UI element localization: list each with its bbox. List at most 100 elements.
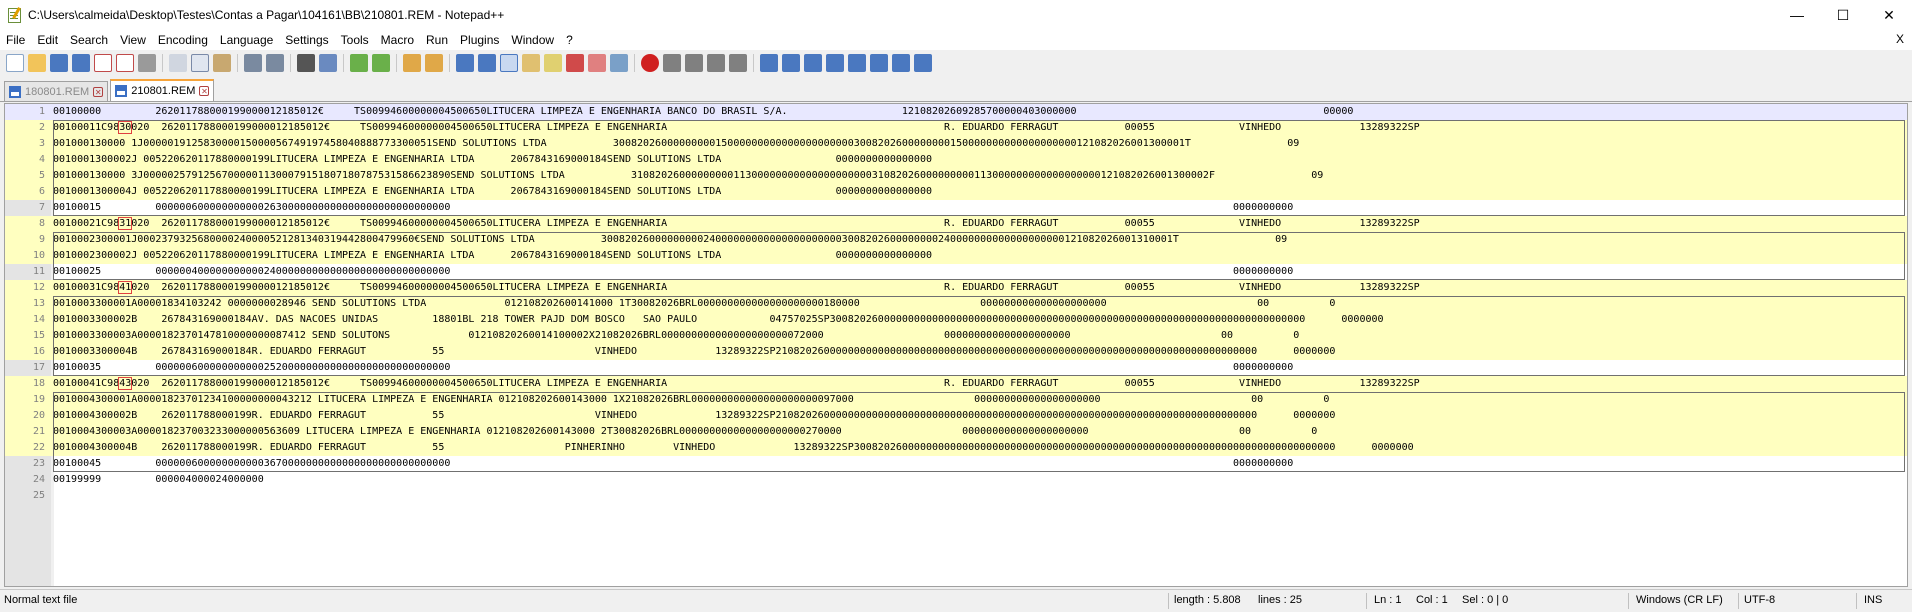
menu-language[interactable]: Language	[214, 33, 279, 47]
editor-line[interactable]: 10 0010002300002J 005220620117880000199LI…	[5, 248, 1907, 264]
plugin-5-icon[interactable]	[848, 54, 866, 72]
menu-macro[interactable]: Macro	[375, 33, 420, 47]
show-all-chars-icon[interactable]	[478, 54, 496, 72]
eol-format[interactable]: Windows (CR LF)	[1636, 594, 1723, 606]
editor-lines[interactable]: 1 00100000 262011788000199000012185012€ T…	[5, 104, 1907, 504]
cut-icon[interactable]	[169, 54, 187, 72]
close-icon[interactable]: ✕	[199, 86, 210, 96]
play-macro-icon[interactable]	[685, 54, 703, 72]
save-icon[interactable]	[50, 54, 68, 72]
menu-run[interactable]: Run	[420, 33, 454, 47]
monitoring-icon[interactable]	[610, 54, 628, 72]
maximize-button[interactable]: ☐	[1820, 0, 1866, 30]
plugin-1-icon[interactable]	[760, 54, 778, 72]
undo-icon[interactable]	[244, 54, 262, 72]
editor-line[interactable]: 22 0010004300004B 262011788000199R. EDUAR…	[5, 440, 1907, 456]
menu-search[interactable]: Search	[64, 33, 114, 47]
line-number: 16	[32, 346, 45, 357]
zoom-out-icon[interactable]	[372, 54, 390, 72]
editor-line[interactable]: 17 00100035 00000060000000000025200000000…	[5, 360, 1907, 376]
paste-icon[interactable]	[213, 54, 231, 72]
menu-encoding[interactable]: Encoding	[152, 33, 214, 47]
editor-line[interactable]: 23 00100045 00000060000000000036700000000…	[5, 456, 1907, 472]
editor-line[interactable]: 18 00100041C9843020 262011788000199000012…	[5, 376, 1907, 392]
editor-line[interactable]: 12 00100031C9841020 262011788000199000012…	[5, 280, 1907, 296]
line-number: 1	[38, 106, 45, 117]
record-macro-icon[interactable]	[641, 54, 659, 72]
line-content: 0010004300001A00001823701234100000000043…	[53, 394, 1330, 405]
zoom-in-icon[interactable]	[350, 54, 368, 72]
tab-label: 210801.REM	[131, 85, 196, 97]
editor-line[interactable]: 19 0010004300001A000018237012341000000000…	[5, 392, 1907, 408]
editor-line[interactable]: 7 00100015 000000600000000000263000000000…	[5, 200, 1907, 216]
close-file-icon[interactable]	[94, 54, 112, 72]
redo-icon[interactable]	[266, 54, 284, 72]
sync-horizontal-icon[interactable]	[425, 54, 443, 72]
sync-vertical-icon[interactable]	[403, 54, 421, 72]
language-icon[interactable]	[522, 54, 540, 72]
new-file-icon[interactable]	[6, 54, 24, 72]
plugin-3-icon[interactable]	[804, 54, 822, 72]
doc-map-icon[interactable]	[544, 54, 562, 72]
editor-line[interactable]: 5 001000130000 3J000002579125670000011300…	[5, 168, 1907, 184]
menu-view[interactable]: View	[114, 33, 152, 47]
editor-line[interactable]: 24 00199999 000004000024000000	[5, 472, 1907, 488]
editor-line[interactable]: 8 00100021C9831020 2620117880001990000121…	[5, 216, 1907, 232]
minimize-button[interactable]: —	[1774, 0, 1820, 30]
print-icon[interactable]	[138, 54, 156, 72]
menu-settings[interactable]: Settings	[279, 33, 334, 47]
plugin-6-icon[interactable]	[870, 54, 888, 72]
save-macro-icon[interactable]	[729, 54, 747, 72]
encoding[interactable]: UTF-8	[1744, 594, 1775, 606]
folder-workspace-icon[interactable]	[588, 54, 606, 72]
line-number: 6	[38, 186, 45, 197]
insert-mode[interactable]: INS	[1864, 594, 1882, 606]
plugin-8-icon[interactable]	[914, 54, 932, 72]
save-all-icon[interactable]	[72, 54, 90, 72]
text-editor[interactable]: 1 00100000 262011788000199000012185012€ T…	[4, 103, 1908, 587]
editor-line[interactable]: 13 0010003300001A00001834103242 000000002…	[5, 296, 1907, 312]
close-all-icon[interactable]	[116, 54, 134, 72]
copy-icon[interactable]	[191, 54, 209, 72]
editor-line[interactable]: 16 0010003300004B 267843169000184R. EDUAR…	[5, 344, 1907, 360]
editor-line[interactable]: 14 0010003300002B 267843169000184AV. DAS …	[5, 312, 1907, 328]
tab-210801[interactable]: 210801.REM ✕	[110, 79, 215, 101]
plugin-4-icon[interactable]	[826, 54, 844, 72]
editor-line[interactable]: 15 0010003300003A000018237014781000000008…	[5, 328, 1907, 344]
editor-line[interactable]: 4 0010001300002J 005220620117880000199LIT…	[5, 152, 1907, 168]
line-content: 00100035 0000006000000000002520000000000…	[53, 362, 1294, 373]
plugin-2-icon[interactable]	[782, 54, 800, 72]
menu-file[interactable]: File	[0, 33, 31, 47]
menu-edit[interactable]: Edit	[31, 33, 64, 47]
line-content: 020 262011788000199000012185012€ TS00994…	[131, 378, 1420, 389]
menu-window[interactable]: Window	[505, 33, 560, 47]
tab-180801[interactable]: 180801.REM ✕	[4, 81, 109, 101]
stop-macro-icon[interactable]	[663, 54, 681, 72]
find-icon[interactable]	[297, 54, 315, 72]
plugin-7-icon[interactable]	[892, 54, 910, 72]
menu-help[interactable]: ?	[560, 33, 579, 47]
menu-plugins[interactable]: Plugins	[454, 33, 505, 47]
editor-line[interactable]: 1 00100000 262011788000199000012185012€ T…	[5, 104, 1907, 120]
editor-line[interactable]: 9 0010002300001J0002379325680000240000521…	[5, 232, 1907, 248]
close-button[interactable]: ✕	[1866, 0, 1912, 30]
replace-icon[interactable]	[319, 54, 337, 72]
editor-line[interactable]: 25	[5, 488, 1907, 504]
editor-line[interactable]: 21 0010004300003A000018237003233000000563…	[5, 424, 1907, 440]
open-file-icon[interactable]	[28, 54, 46, 72]
editor-line[interactable]: 2 00100011C9830020 2620117880001990000121…	[5, 120, 1907, 136]
editor-line[interactable]: 20 0010004300002B 262011788000199R. EDUAR…	[5, 408, 1907, 424]
run-macro-multiple-icon[interactable]	[707, 54, 725, 72]
menu-tools[interactable]: Tools	[335, 33, 375, 47]
close-document-button[interactable]: X	[1896, 32, 1904, 46]
editor-line[interactable]: 11 00100025 00000040000000000024000000000…	[5, 264, 1907, 280]
editor-line[interactable]: 3 001000130000 1J000001912583000015000056…	[5, 136, 1907, 152]
function-list-icon[interactable]	[566, 54, 584, 72]
close-icon[interactable]: ✕	[93, 86, 104, 97]
line-number: 3	[38, 138, 45, 149]
word-wrap-icon[interactable]	[456, 54, 474, 72]
indent-guide-icon[interactable]	[500, 54, 518, 72]
line-content: 00100021C98	[53, 218, 120, 229]
line-number: 13	[32, 298, 45, 309]
editor-line[interactable]: 6 0010001300004J 005220620117880000199LIT…	[5, 184, 1907, 200]
